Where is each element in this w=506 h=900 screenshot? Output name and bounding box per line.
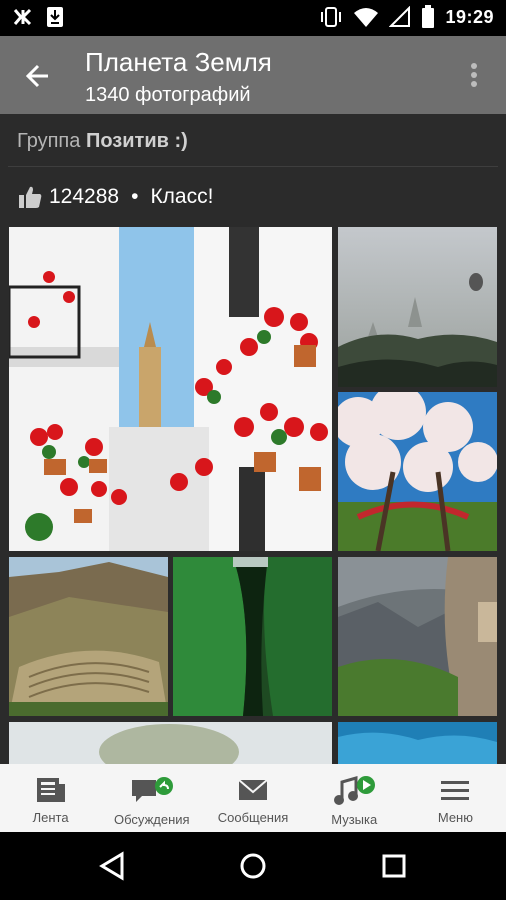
separator-dot: • xyxy=(131,185,139,208)
wifi-icon xyxy=(354,8,379,27)
likes-row[interactable]: 124288 • Класс! xyxy=(17,184,213,210)
photo-tile[interactable] xyxy=(338,557,497,716)
divider xyxy=(8,166,498,167)
photo-tile[interactable] xyxy=(9,227,332,551)
group-name: Позитив :) xyxy=(85,130,188,152)
photo-alpine-cliff xyxy=(338,557,497,716)
photo-green-canyon xyxy=(173,557,332,716)
photo-tile[interactable] xyxy=(9,557,168,716)
photo-cherry-blossom xyxy=(338,392,497,551)
photo-terraces xyxy=(9,557,168,716)
wallet-icon xyxy=(13,8,32,26)
photo-tile[interactable] xyxy=(338,392,497,551)
messages-icon xyxy=(238,779,268,800)
app-bar: Планета Земля 1340 фотографий xyxy=(0,36,506,114)
nav-item-music[interactable]: Музыка xyxy=(304,764,405,832)
nav-label-discussions: Обсуждения xyxy=(114,812,190,827)
page-title: Планета Земля xyxy=(85,47,272,77)
status-bar: 19:29 xyxy=(0,0,506,36)
nav-item-feed[interactable]: Лента xyxy=(0,764,101,832)
nav-label-music: Музыка xyxy=(331,812,378,827)
photo-misty-temples xyxy=(338,227,497,387)
nav-item-messages[interactable]: Сообщения xyxy=(202,764,303,832)
nav-label-messages: Сообщения xyxy=(217,810,289,825)
photo-blue-ice xyxy=(338,722,497,764)
photo-street-flowers xyxy=(9,227,332,551)
nav-item-menu[interactable]: Меню xyxy=(405,764,506,832)
bottom-navigation: Лента Обсуждения Сообщения Музыка Меню xyxy=(0,764,506,832)
likes-count: 124288 xyxy=(49,185,120,208)
home-circle-icon[interactable] xyxy=(238,850,268,882)
menu-icon xyxy=(441,781,470,800)
photo-tile[interactable] xyxy=(338,722,497,764)
album-content: Группа Позитив :) 124288 • Класс! xyxy=(0,114,506,764)
thumbs-up-icon xyxy=(19,186,42,208)
signal-icon xyxy=(389,6,411,27)
feed-icon xyxy=(36,778,65,802)
music-icon xyxy=(334,776,376,805)
back-arrow-icon[interactable] xyxy=(20,58,60,94)
like-label: Класс! xyxy=(150,185,214,208)
more-vert-icon[interactable] xyxy=(462,60,486,90)
nav-item-discussions[interactable]: Обсуждения xyxy=(101,764,202,832)
recents-square-icon[interactable] xyxy=(379,850,409,882)
nav-label-menu: Меню xyxy=(437,810,473,825)
group-prefix: Группа xyxy=(17,130,81,152)
download-icon xyxy=(47,7,63,27)
vibrate-icon xyxy=(321,7,342,27)
photo-tile[interactable] xyxy=(9,722,332,764)
photo-count: 1340 фотографий xyxy=(85,84,251,106)
back-triangle-icon[interactable] xyxy=(98,850,128,882)
nav-label-feed: Лента xyxy=(32,810,69,825)
system-navigation-bar xyxy=(0,832,506,900)
photo-tile[interactable] xyxy=(338,227,497,387)
clock: 19:29 xyxy=(445,6,494,27)
photo-tree-sky xyxy=(9,722,332,764)
photo-tile[interactable] xyxy=(173,557,332,716)
battery-icon xyxy=(422,5,435,28)
discussions-icon xyxy=(131,777,173,802)
group-link[interactable]: Группа Позитив :) xyxy=(17,130,188,153)
